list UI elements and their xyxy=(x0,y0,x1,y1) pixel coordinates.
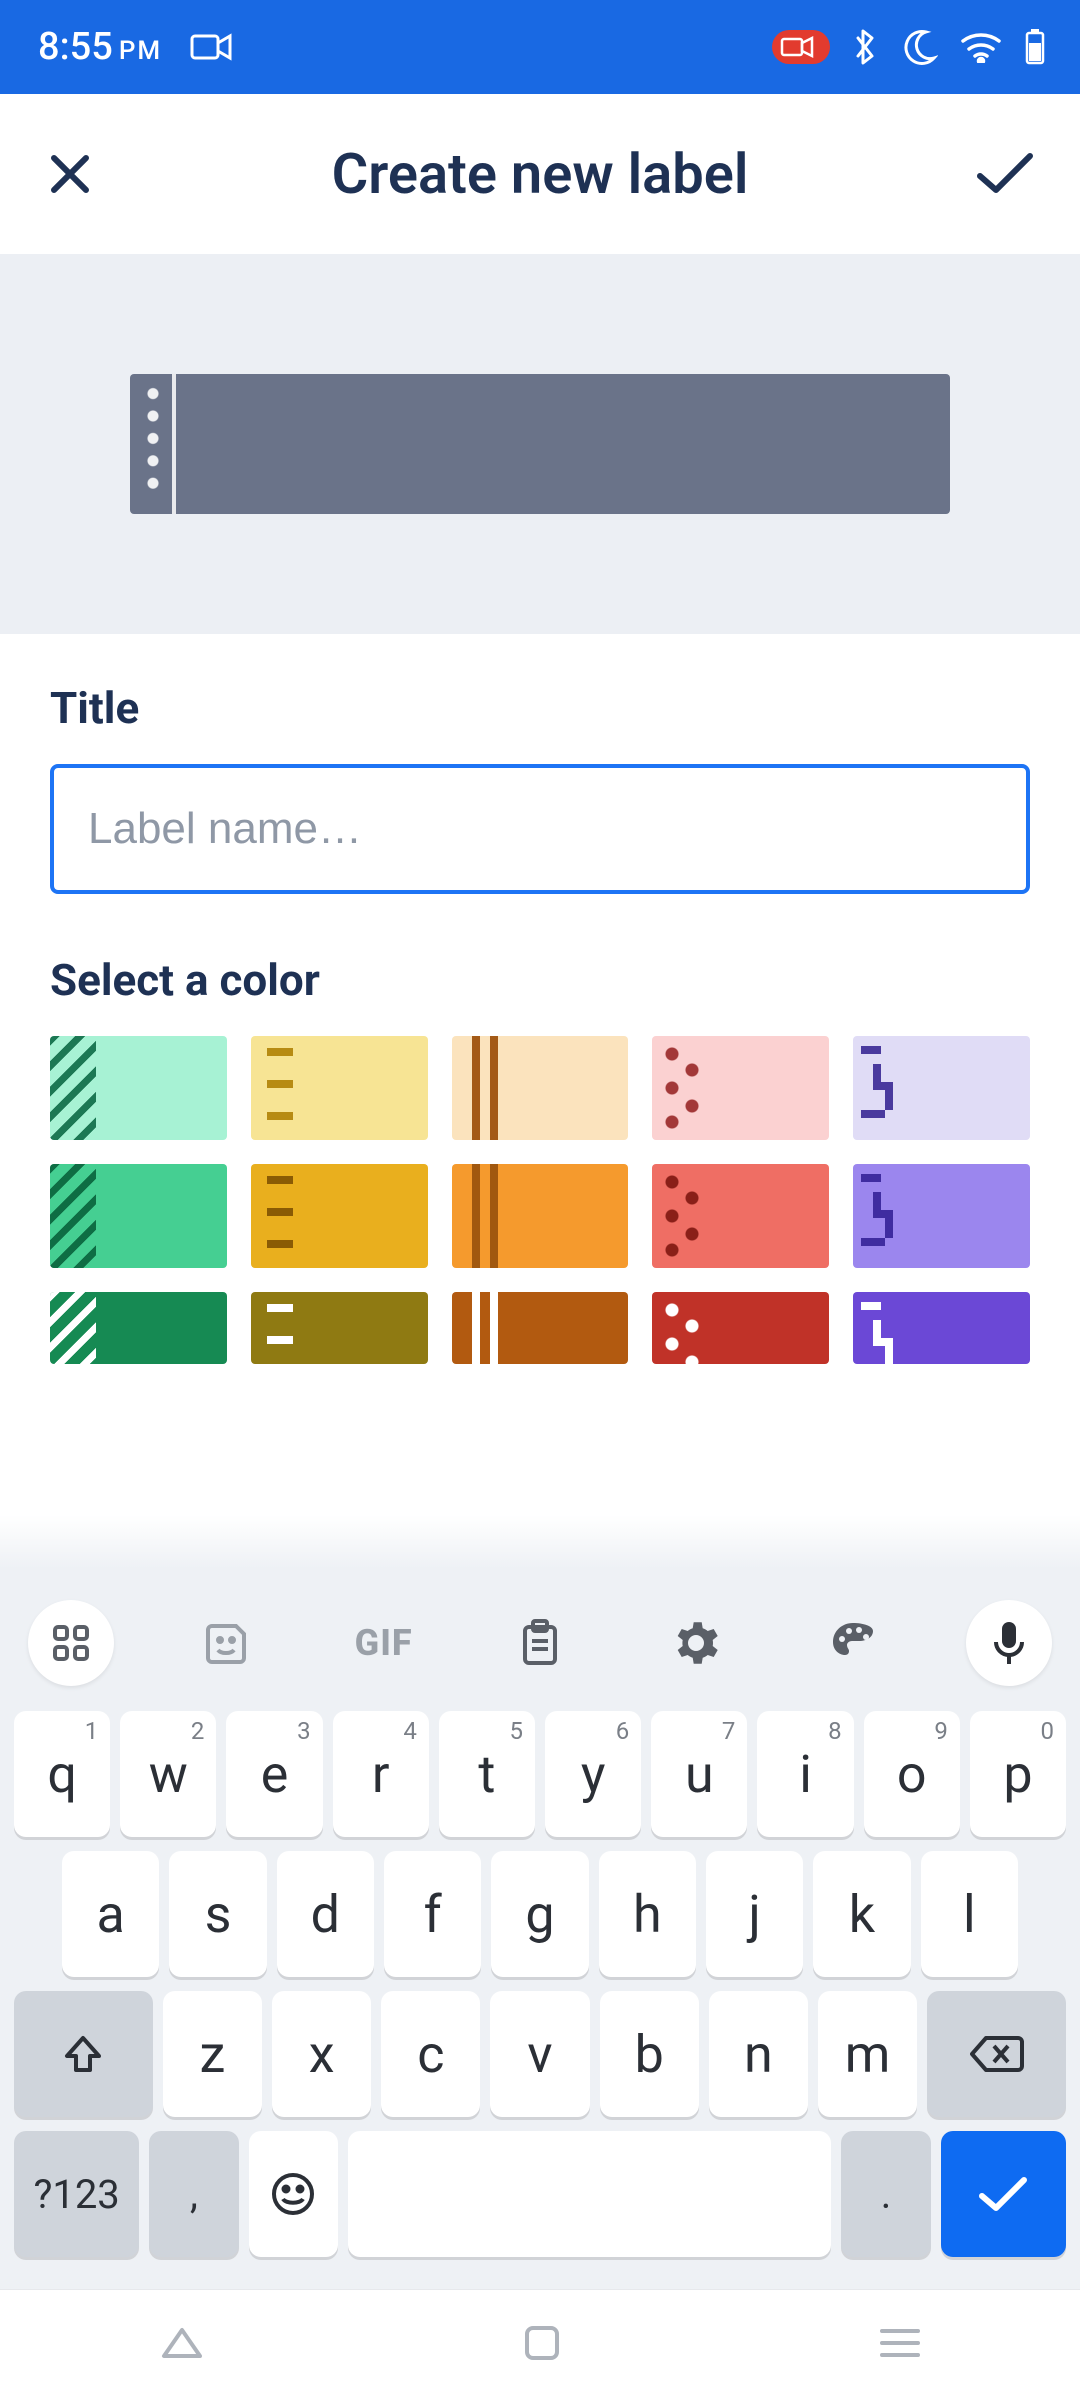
key-e[interactable]: e3 xyxy=(226,1711,322,1837)
key-p[interactable]: p0 xyxy=(970,1711,1066,1837)
screen-record-icon xyxy=(772,30,830,64)
key-y[interactable]: y6 xyxy=(545,1711,641,1837)
color-swatch[interactable] xyxy=(452,1164,629,1268)
key-i[interactable]: i8 xyxy=(757,1711,853,1837)
color-swatch[interactable] xyxy=(652,1036,829,1140)
nav-home-button[interactable] xyxy=(523,2324,561,2366)
voice-input-button[interactable] xyxy=(966,1600,1052,1686)
color-swatch-grid xyxy=(50,1036,1030,1364)
label-preview-area xyxy=(0,254,1080,634)
color-swatch[interactable] xyxy=(50,1164,227,1268)
key-r[interactable]: r4 xyxy=(333,1711,429,1837)
key-f[interactable]: f xyxy=(384,1851,481,1977)
key-n[interactable]: n xyxy=(709,1991,808,2117)
color-swatch[interactable] xyxy=(853,1292,1030,1364)
key-a[interactable]: a xyxy=(62,1851,159,1977)
color-swatch[interactable] xyxy=(853,1036,1030,1140)
label-perforation-icon xyxy=(130,374,176,514)
key-u[interactable]: u7 xyxy=(651,1711,747,1837)
system-nav-bar xyxy=(0,2289,1080,2400)
color-swatch[interactable] xyxy=(452,1036,629,1140)
color-swatch[interactable] xyxy=(652,1292,829,1364)
page-title: Create new label xyxy=(114,141,966,207)
key-b[interactable]: b xyxy=(600,1991,699,2117)
color-swatch[interactable] xyxy=(452,1292,629,1364)
key-t[interactable]: t5 xyxy=(439,1711,535,1837)
confirm-button[interactable] xyxy=(966,150,1036,198)
space-key[interactable] xyxy=(348,2131,831,2257)
sticker-button[interactable] xyxy=(184,1600,270,1686)
keyboard-row-3: zxcvbnm xyxy=(14,1991,1066,2117)
keyboard-row-1: q1w2e3r4t5y6u7i8o9p0 xyxy=(14,1711,1066,1837)
key-o[interactable]: o9 xyxy=(864,1711,960,1837)
status-bar: 8:55PM xyxy=(0,0,1080,94)
key-z[interactable]: z xyxy=(163,1991,262,2117)
key-x[interactable]: x xyxy=(272,1991,371,2117)
status-time-ampm: PM xyxy=(119,36,162,66)
key-h[interactable]: h xyxy=(599,1851,696,1977)
status-time-value: 8:55 xyxy=(38,25,113,69)
keyboard-apps-button[interactable] xyxy=(28,1600,114,1686)
color-swatch[interactable] xyxy=(50,1292,227,1364)
key-q[interactable]: q1 xyxy=(14,1711,110,1837)
clipboard-button[interactable] xyxy=(497,1600,583,1686)
select-color-label: Select a color xyxy=(50,954,1030,1006)
key-v[interactable]: v xyxy=(490,1991,589,2117)
label-name-input[interactable] xyxy=(50,764,1030,894)
dnd-moon-icon xyxy=(900,28,938,66)
theme-button[interactable] xyxy=(810,1600,896,1686)
keyboard-row-4: ?123 , . xyxy=(14,2131,1066,2257)
color-swatch[interactable] xyxy=(652,1164,829,1268)
backspace-key[interactable] xyxy=(927,1991,1066,2117)
video-icon xyxy=(190,32,234,62)
label-preview xyxy=(130,374,950,514)
keyboard-toolbar: GIF xyxy=(0,1583,1080,1703)
key-w[interactable]: w2 xyxy=(120,1711,216,1837)
nav-recents-button[interactable] xyxy=(878,2327,922,2363)
key-k[interactable]: k xyxy=(813,1851,910,1977)
wifi-icon xyxy=(960,31,1002,63)
color-swatch[interactable] xyxy=(50,1036,227,1140)
bluetooth-icon xyxy=(852,27,878,67)
keyboard-row-2: asdfghjkl xyxy=(14,1851,1066,1977)
gif-button[interactable]: GIF xyxy=(341,1600,427,1686)
key-s[interactable]: s xyxy=(169,1851,266,1977)
key-g[interactable]: g xyxy=(491,1851,588,1977)
title-label: Title xyxy=(50,682,1030,734)
symbols-key[interactable]: ?123 xyxy=(14,2131,139,2257)
settings-button[interactable] xyxy=(653,1600,739,1686)
key-d[interactable]: d xyxy=(277,1851,374,1977)
keyboard: GIF q1w2e3r4t5y6u7i8o9p0 asdfghjkl zxcvb… xyxy=(0,1573,1080,2400)
period-key[interactable]: . xyxy=(841,2131,930,2257)
key-l[interactable]: l xyxy=(921,1851,1018,1977)
form-area: Title Select a color xyxy=(0,634,1080,1364)
color-swatch[interactable] xyxy=(251,1164,428,1268)
close-button[interactable] xyxy=(44,148,114,200)
color-swatch[interactable] xyxy=(853,1164,1030,1268)
color-swatch[interactable] xyxy=(251,1292,428,1364)
battery-icon xyxy=(1024,29,1046,65)
enter-key[interactable] xyxy=(941,2131,1066,2257)
key-j[interactable]: j xyxy=(706,1851,803,1977)
app-header: Create new label xyxy=(0,94,1080,254)
key-m[interactable]: m xyxy=(818,1991,917,2117)
shift-key[interactable] xyxy=(14,1991,153,2117)
key-c[interactable]: c xyxy=(381,1991,480,2117)
comma-key[interactable]: , xyxy=(149,2131,238,2257)
color-swatch[interactable] xyxy=(251,1036,428,1140)
emoji-key[interactable] xyxy=(249,2131,338,2257)
status-time: 8:55PM xyxy=(38,25,162,69)
nav-back-button[interactable] xyxy=(158,2326,206,2364)
